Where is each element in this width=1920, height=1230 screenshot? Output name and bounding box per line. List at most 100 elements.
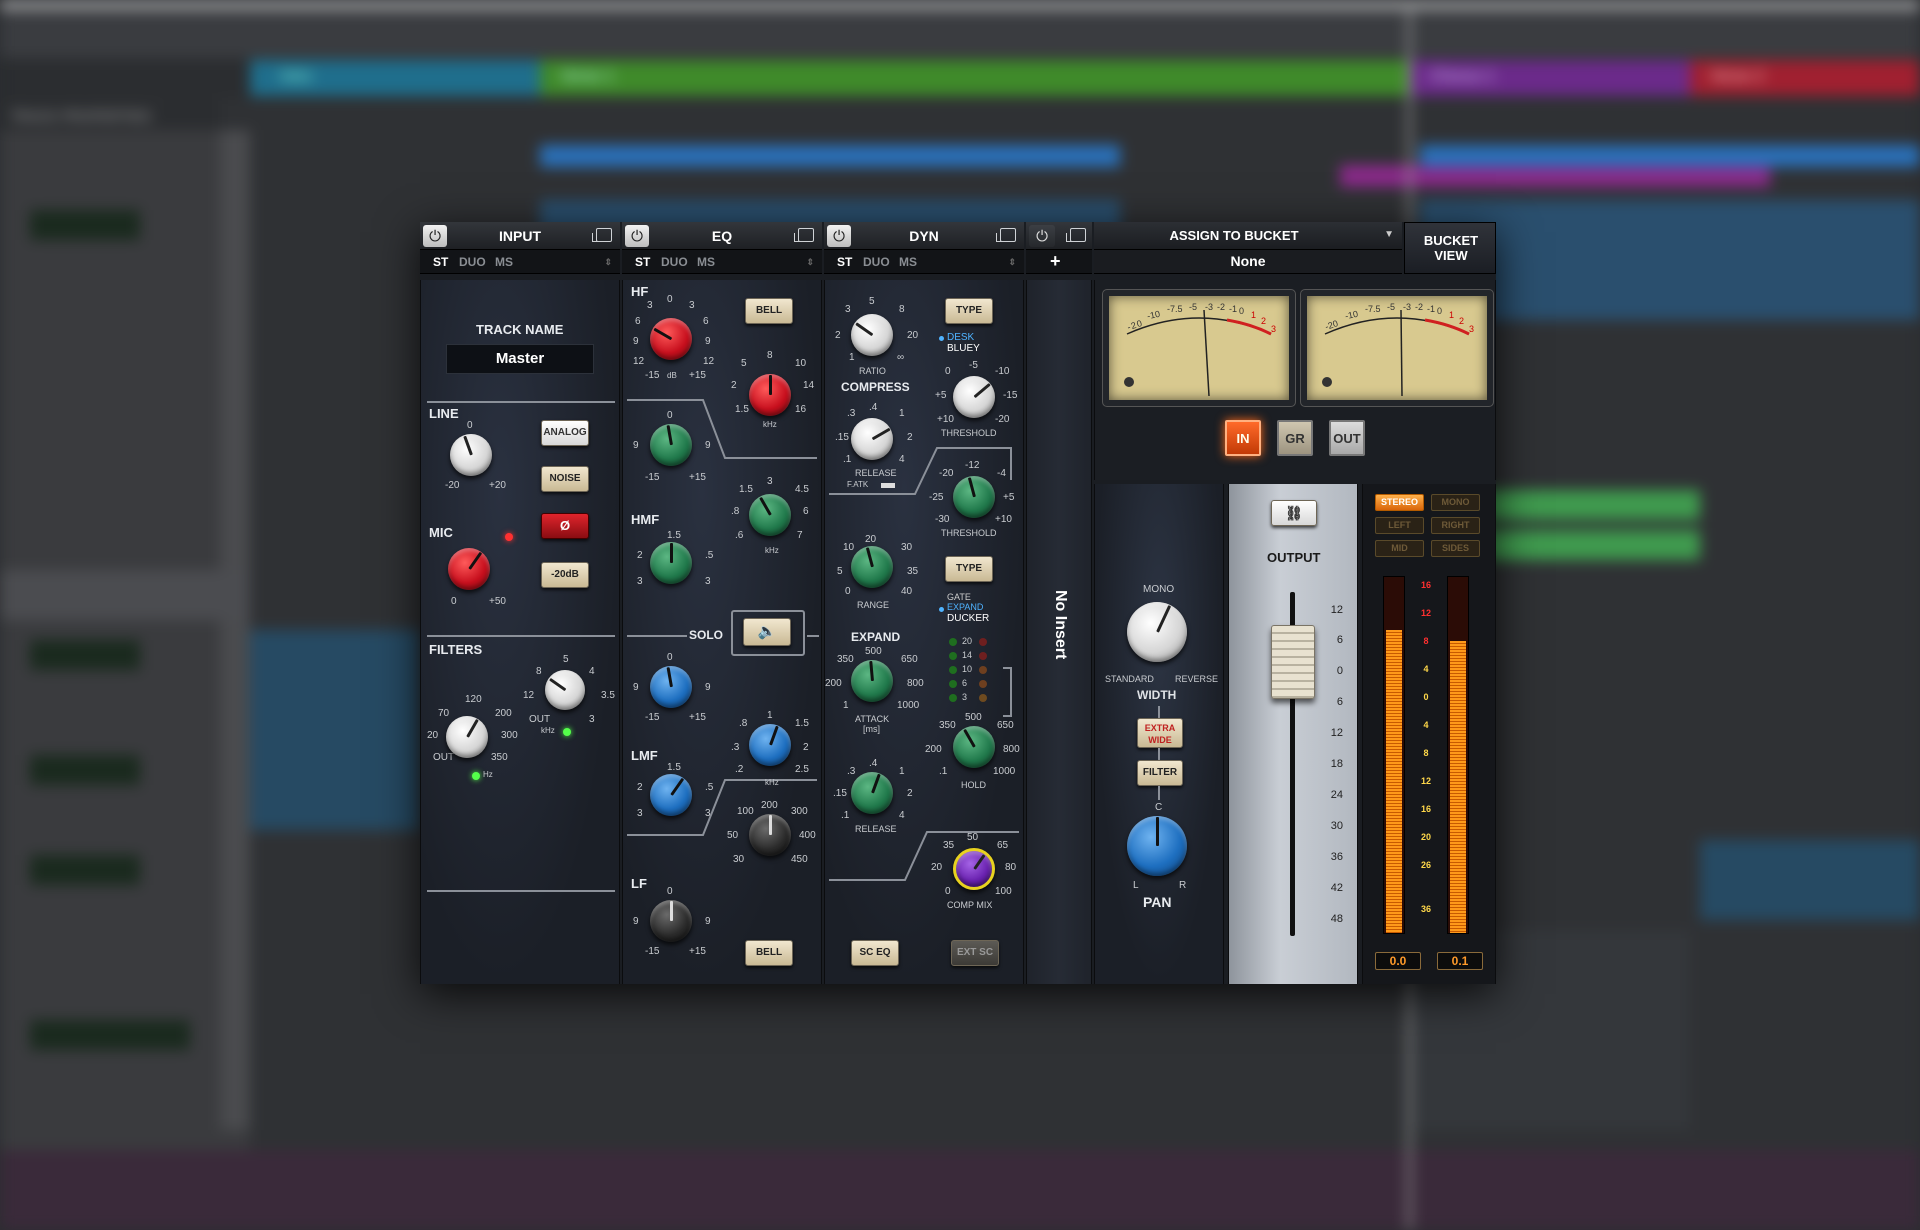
exp-type-expand[interactable]: EXPAND	[947, 602, 983, 612]
input-mode-duo[interactable]: DUO	[459, 255, 486, 269]
eq-power-button[interactable]: ⏻	[625, 225, 649, 247]
eq-mode-st[interactable]: ST	[635, 255, 650, 269]
hpf-knob[interactable]	[446, 716, 488, 758]
width-label: WIDTH	[1137, 688, 1177, 702]
lf-gain-knob[interactable]	[650, 900, 692, 942]
mode-mono-button[interactable]: MONO	[1431, 494, 1480, 511]
dyn-module-title: DYN	[909, 228, 939, 244]
assign-bucket-dropdown[interactable]: ASSIGN TO BUCKET ▼	[1094, 222, 1402, 250]
input-mode-st[interactable]: ST	[433, 255, 448, 269]
dyn-mode-selector: ST DUO MS ⇕	[824, 250, 1024, 274]
filters-label: FILTERS	[429, 642, 483, 657]
pad-20db-button[interactable]: -20dB	[541, 562, 589, 588]
eq-popout-icon[interactable]	[794, 228, 814, 242]
dyn-power-button[interactable]: ⏻	[827, 225, 851, 247]
line-gain-knob[interactable]	[450, 434, 492, 476]
noise-button[interactable]: NOISE	[541, 466, 589, 492]
mode-left-button[interactable]: LEFT	[1375, 517, 1424, 534]
mic-clip-led	[505, 533, 513, 541]
mode-right-button[interactable]: RIGHT	[1431, 517, 1480, 534]
analog-button[interactable]: ANALOG	[541, 420, 589, 446]
insert-popout-icon[interactable]	[1066, 228, 1086, 242]
exp-hold-knob[interactable]	[953, 726, 995, 768]
phase-invert-button[interactable]: Ø	[541, 513, 589, 539]
mode-mid-button[interactable]: MID	[1375, 540, 1424, 557]
lmf-label: LMF	[631, 748, 658, 763]
hmf-freq-knob[interactable]	[749, 494, 791, 536]
vu-meter-left: -20 -10 -7.5 -5 -3 -2 -1 0 1 2 3	[1103, 290, 1295, 406]
width-reverse-label: REVERSE	[1175, 674, 1219, 684]
line-label: LINE	[429, 406, 459, 421]
comp-mix-knob[interactable]	[953, 848, 995, 890]
dyn-mode-ms[interactable]: MS	[899, 255, 917, 269]
exp-release-knob[interactable]	[851, 772, 893, 814]
hf-gain-green-knob[interactable]	[650, 424, 692, 466]
mode-stereo-button[interactable]: STEREO	[1375, 494, 1424, 511]
vu-meter-panel: -20 -10 -7.5 -5 -3 -2 -1 0 1 2 3 -20 -10…	[1094, 280, 1496, 480]
width-standard-label: STANDARD	[1105, 674, 1154, 684]
eq-module-header: ⏻ EQ	[622, 222, 822, 250]
exp-type-gate[interactable]: GATE	[947, 592, 971, 602]
eq-module-title: EQ	[711, 228, 733, 244]
meter-in-button[interactable]: IN	[1225, 420, 1261, 456]
section-verse-2: Verse 2	[1690, 60, 1920, 96]
dyn-mode-st[interactable]: ST	[837, 255, 852, 269]
lmf-q-knob[interactable]	[650, 774, 692, 816]
width-filter-button[interactable]: FILTER	[1137, 760, 1183, 786]
input-power-button[interactable]: ⏻	[423, 225, 447, 247]
mic-gain-knob[interactable]	[448, 548, 490, 590]
dyn-popout-icon[interactable]	[996, 228, 1016, 242]
link-button[interactable]: ⛓	[1271, 500, 1317, 526]
meter-gr-button[interactable]: GR	[1277, 420, 1313, 456]
sidechain-eq-button[interactable]: SC EQ	[851, 940, 899, 966]
solo-label: SOLO	[689, 628, 724, 642]
hmf-label: HMF	[631, 512, 660, 527]
bucket-value-display[interactable]: None	[1094, 250, 1402, 274]
level-meter-right-fill	[1450, 641, 1466, 933]
width-knob[interactable]	[1127, 602, 1187, 662]
external-sidechain-button[interactable]: EXT SC	[951, 940, 999, 966]
lmf-gain-knob[interactable]	[650, 666, 692, 708]
insert-slot[interactable]: No Insert	[1026, 280, 1092, 984]
dyn-mode-duo[interactable]: DUO	[863, 255, 890, 269]
link-icon: ⛓	[1285, 505, 1303, 521]
bucket-view-button[interactable]: BUCKET VIEW	[1404, 222, 1496, 274]
lmf-freq-knob[interactable]	[749, 724, 791, 766]
expander-type-button[interactable]: TYPE	[945, 556, 993, 582]
dyn-mode-arrows-icon[interactable]: ⇕	[1008, 257, 1016, 268]
input-mode-arrows-icon[interactable]: ⇕	[604, 257, 612, 268]
hmf-q-knob[interactable]	[650, 542, 692, 584]
lpf-knob[interactable]	[545, 670, 585, 710]
readout-left: 0.0	[1375, 952, 1421, 970]
insert-power-button[interactable]: ⏻	[1029, 225, 1055, 247]
lf-label: LF	[631, 876, 647, 891]
exp-range-knob[interactable]	[851, 546, 893, 588]
hpf-led	[472, 772, 480, 780]
level-meter-left	[1383, 576, 1405, 934]
exp-attack-knob[interactable]	[851, 660, 893, 702]
eq-mode-arrows-icon[interactable]: ⇕	[806, 257, 814, 268]
add-insert-button[interactable]: +	[1050, 251, 1061, 272]
eq-mode-duo[interactable]: DUO	[661, 255, 688, 269]
level-meter-panel: STEREO MONO LEFT RIGHT MID SIDES 16 12 8…	[1362, 484, 1496, 984]
exp-threshold-knob[interactable]	[953, 476, 995, 518]
pan-label: PAN	[1143, 894, 1172, 910]
meter-out-button[interactable]: OUT	[1329, 420, 1365, 456]
pan-knob[interactable]	[1127, 816, 1187, 876]
extra-wide-button[interactable]: EXTRA WIDE	[1137, 718, 1183, 748]
bucket-view-label: BUCKET VIEW	[1423, 233, 1479, 263]
lf-bell-button[interactable]: BELL	[745, 940, 793, 966]
lpf-led	[563, 728, 571, 736]
eq-mode-ms[interactable]: MS	[697, 255, 715, 269]
track-name-label: TRACK NAME	[476, 322, 564, 337]
lf-freq-knob[interactable]	[749, 814, 791, 856]
input-popout-icon[interactable]	[592, 228, 612, 242]
exp-type-ducker[interactable]: DUCKER	[947, 613, 989, 624]
mode-sides-button[interactable]: SIDES	[1431, 540, 1480, 557]
insert-add-bar: +	[1026, 250, 1092, 274]
input-mode-ms[interactable]: MS	[495, 255, 513, 269]
track-name-field[interactable]: Master	[446, 344, 594, 374]
output-fader-cap[interactable]	[1271, 624, 1315, 699]
solo-speaker-button[interactable]: 🔈	[743, 618, 791, 646]
width-pan-panel: MONO STANDARD REVERSE WIDTH EXTRA WIDE F…	[1094, 484, 1224, 984]
